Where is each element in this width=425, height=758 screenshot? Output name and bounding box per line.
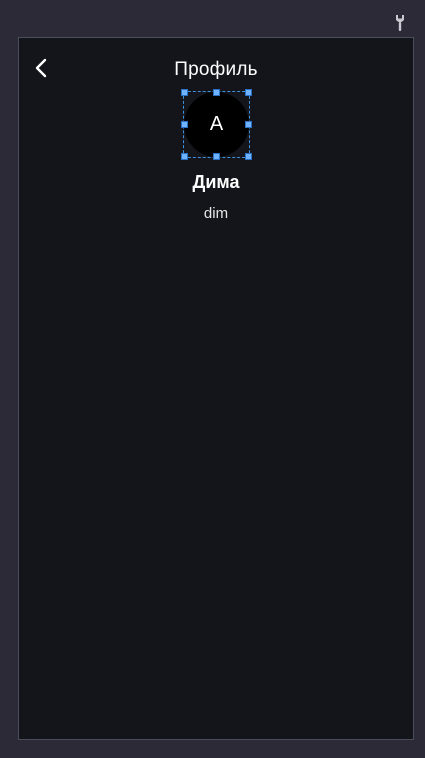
resize-handle-right[interactable] [245,121,252,128]
resize-handle-top[interactable] [213,89,220,96]
resize-handle-top-left[interactable] [181,89,188,96]
avatar[interactable]: A [184,92,249,157]
page-title: Профиль [174,59,258,80]
wrench-icon[interactable] [393,14,407,32]
resize-handle-bottom[interactable] [213,153,220,160]
avatar-letter: A [209,113,224,135]
resize-handle-top-right[interactable] [245,89,252,96]
resize-handle-left[interactable] [181,121,188,128]
resize-handle-bottom-left[interactable] [181,153,188,160]
editor-canvas: Профиль A Дима dim [0,0,425,758]
profile-username: dim [203,205,229,222]
resize-handle-bottom-right[interactable] [245,153,252,160]
phone-screen: Профиль A Дима dim [18,37,414,740]
profile-name: Дима [192,172,240,192]
avatar-container[interactable]: A [181,89,252,160]
